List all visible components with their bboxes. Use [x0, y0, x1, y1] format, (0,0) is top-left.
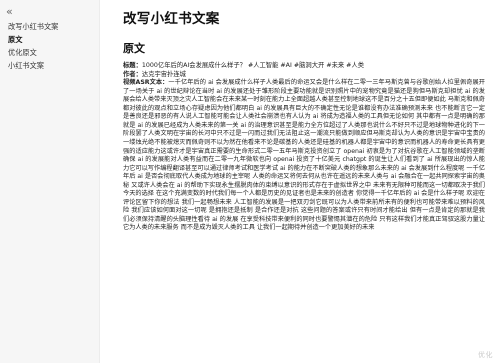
meta-title-line: 标题：1000亿年后的AI会发展成什么样子？ #人工智能 #AI #脑洞大开 #… — [123, 62, 485, 71]
sidebar-item-xiaohongshu-copy[interactable]: 小红书文案 — [0, 59, 99, 72]
main-content: 改写小红书文案 原文 标题：1000亿年后的AI会发展成什么样子？ #人工智能 … — [100, 0, 499, 363]
section-title-original: 原文 — [123, 42, 145, 55]
sidebar-item-rewrite-xiaohongshu[interactable]: 改写小红书文案 — [0, 20, 99, 33]
meta-title-label: 标题： — [123, 62, 142, 69]
page-title: 改写小红书文案 — [123, 11, 220, 27]
transcript-text: 视频ASR文本：一千亿年后的 ai 会发展成什么样子人类最后的命运又会是什么样在… — [123, 79, 485, 233]
sidebar-item-optimize-original[interactable]: 优化原文 — [0, 46, 99, 59]
meta-title-value: 1000亿年后的AI会发展成什么样子？ #人工智能 #AI #脑洞大开 #未来 … — [141, 62, 365, 69]
sidebar: « 改写小红书文案 原文 优化原文 小红书文案 — [0, 0, 100, 363]
meta-author-line: 作者：达克宇宙扑连城 — [123, 71, 485, 80]
meta-author-value: 达克宇宙扑连城 — [141, 70, 186, 78]
transcript-label: 视频ASR文本： — [123, 79, 169, 87]
meta-author-label: 作者： — [123, 70, 142, 78]
collapse-sidebar-icon[interactable]: « — [6, 6, 99, 20]
watermark: 优化 — [478, 351, 493, 359]
app-window: « 改写小红书文案 原文 优化原文 小红书文案 改写小红书文案 原文 标题：10… — [0, 0, 499, 363]
sidebar-item-original[interactable]: 原文 — [0, 33, 99, 46]
transcript-body: 一千亿年后的 ai 会发展成什么样子人类最后的命运又会是什么样在二零一三年马斯克… — [123, 79, 485, 232]
